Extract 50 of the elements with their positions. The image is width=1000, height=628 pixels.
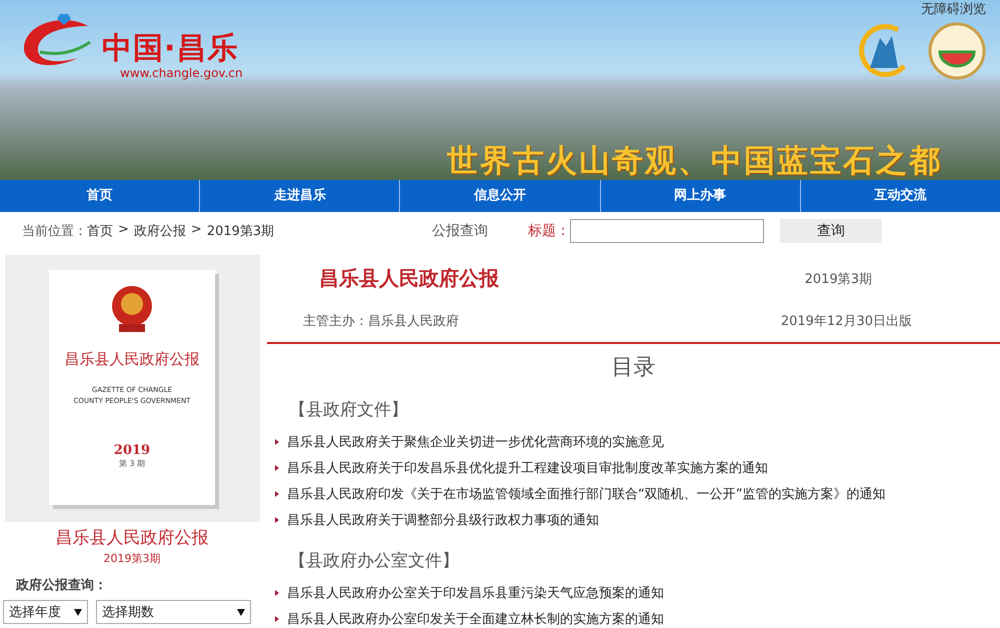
banner-slogan: 世界古火山奇观、中国蓝宝石之都 — [447, 142, 942, 180]
breadcrumb-label: 当前位置： — [22, 223, 87, 240]
toc-heading: 目录 — [610, 354, 656, 382]
watermelon-emblem-icon — [928, 22, 986, 80]
bullet-icon — [275, 517, 279, 523]
title-input[interactable] — [570, 219, 764, 243]
national-emblem-icon — [109, 284, 155, 334]
search-heading: 公报查询 — [432, 222, 488, 240]
issue-label: 2019第3期 — [104, 551, 160, 566]
bullet-icon — [275, 491, 279, 497]
section-heading: 【县政府文件】 — [289, 399, 409, 421]
bullet-icon — [275, 465, 279, 471]
breadcrumb-link[interactable]: 首页 — [87, 222, 113, 240]
document-link[interactable]: 昌乐县人民政府印发《关于在市场监管领域全面推行部门联合“双随机、一公开”监管的实施方案》的通知 — [287, 485, 886, 503]
title-label: 标题： — [528, 222, 570, 240]
cover-title: 昌乐县人民政府公报 — [64, 350, 200, 369]
section-heading: 【县政府办公室文件】 — [289, 550, 460, 572]
publisher-text: 主管主办：昌乐县人民政府 — [303, 313, 459, 330]
dropdown[interactable]: 选择年度 — [3, 600, 88, 624]
caret-icon — [74, 608, 82, 616]
nav-link[interactable]: 互动交流 — [800, 180, 1000, 212]
document-link[interactable]: 昌乐县人民政府关于调整部分县级行政权力事项的通知 — [287, 511, 599, 529]
gazette-heading: 昌乐县人民政府公报 — [319, 265, 499, 292]
bullet-icon — [275, 590, 279, 596]
site-logo-title: 中国·昌乐 — [102, 32, 240, 66]
breadcrumb-separator: > — [190, 222, 202, 239]
nav-link[interactable]: 信息公开 — [400, 180, 601, 212]
accessibility-link[interactable]: 无障碍浏览 — [921, 0, 986, 18]
query-label: 政府公报查询： — [16, 576, 107, 594]
caret-icon — [237, 608, 245, 616]
issue-label: 2019第3期 — [804, 270, 872, 288]
document-link[interactable]: 昌乐县人民政府关于印发昌乐县优化提升工程建设项目审批制度改革实施方案的通知 — [287, 459, 768, 477]
nav-link[interactable]: 走进昌乐 — [200, 180, 400, 212]
document-link[interactable]: 昌乐县人民政府办公室印发关于全面建立林长制的实施方案的通知 — [287, 610, 664, 628]
document-link[interactable]: 昌乐县人民政府关于聚焦企业关切进一步优化营商环境的实施意见 — [287, 433, 664, 451]
document-link[interactable]: 昌乐县人民政府办公室关于印发昌乐县重污染天气应急预案的通知 — [287, 584, 664, 602]
dropdown[interactable]: 选择期数 — [96, 600, 251, 624]
gazette-title: 昌乐县人民政府公报 — [56, 527, 208, 549]
nav-link[interactable]: 首页 — [0, 180, 200, 212]
breadcrumb-link[interactable]: 政府公报 — [134, 222, 186, 240]
nav-link[interactable]: 网上办事 — [600, 180, 801, 212]
bullet-icon — [275, 439, 279, 445]
cover-issue: 第 3 期 — [118, 458, 146, 469]
site-url: www.changle.gov.cn — [120, 66, 243, 80]
cover-year: 2019 — [114, 443, 150, 458]
search-button[interactable]: 查询 — [780, 219, 882, 243]
breadcrumb-separator: > — [118, 222, 129, 239]
bullet-icon — [275, 616, 279, 622]
publish-date: 2019年12月30日出版 — [780, 313, 912, 330]
breadcrumb-link[interactable]: 2019第3期 — [206, 222, 274, 240]
